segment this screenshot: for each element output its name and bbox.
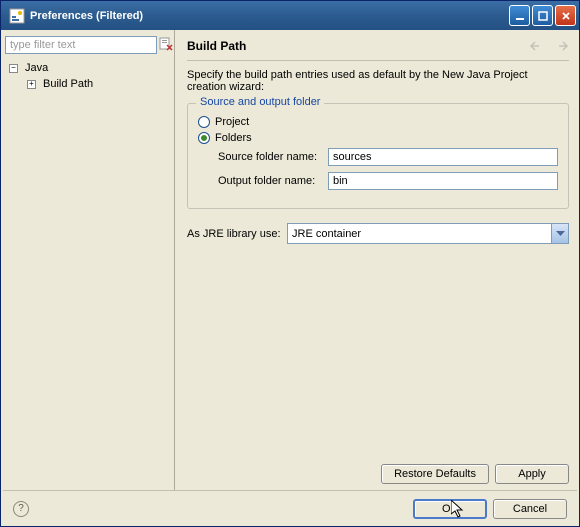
- tree-item-java[interactable]: − Java: [9, 60, 170, 76]
- radio-icon: [198, 116, 210, 128]
- source-output-group: Source and output folder Project Folders…: [187, 103, 569, 209]
- radio-folders[interactable]: Folders: [198, 132, 558, 144]
- source-folder-input[interactable]: [328, 148, 558, 166]
- window-title: Preferences (Filtered): [30, 10, 509, 22]
- close-button[interactable]: [555, 5, 576, 26]
- sidebar: − Java + Build Path: [1, 30, 175, 490]
- cancel-button[interactable]: Cancel: [493, 499, 567, 519]
- app-icon: [9, 8, 25, 24]
- radio-label: Folders: [215, 132, 252, 144]
- restore-defaults-button[interactable]: Restore Defaults: [381, 464, 489, 484]
- page-description: Specify the build path entries used as d…: [187, 69, 569, 93]
- back-icon[interactable]: [529, 38, 545, 54]
- radio-project[interactable]: Project: [198, 116, 558, 128]
- radio-label: Project: [215, 116, 249, 128]
- footer: ? OK Cancel: [3, 490, 577, 526]
- output-folder-label: Output folder name:: [218, 175, 328, 187]
- apply-button[interactable]: Apply: [495, 464, 569, 484]
- group-title: Source and output folder: [196, 96, 324, 108]
- jre-combo[interactable]: JRE container: [287, 223, 569, 244]
- ok-button[interactable]: OK: [413, 499, 487, 519]
- combo-value: JRE container: [292, 228, 551, 240]
- maximize-button[interactable]: [532, 5, 553, 26]
- collapse-icon[interactable]: −: [9, 64, 18, 73]
- clear-filter-icon[interactable]: [159, 36, 173, 52]
- chevron-down-icon: [551, 224, 568, 243]
- help-icon[interactable]: ?: [13, 501, 29, 517]
- filter-input[interactable]: [5, 36, 157, 54]
- preference-tree: − Java + Build Path: [5, 60, 170, 92]
- forward-icon[interactable]: [553, 38, 569, 54]
- titlebar[interactable]: Preferences (Filtered): [1, 1, 579, 30]
- output-folder-input[interactable]: [328, 172, 558, 190]
- source-folder-label: Source folder name:: [218, 151, 328, 163]
- page-title: Build Path: [187, 39, 529, 53]
- radio-icon: [198, 132, 210, 144]
- expand-icon[interactable]: +: [27, 80, 36, 89]
- jre-label: As JRE library use:: [187, 228, 287, 240]
- content-pane: Build Path Specify the build path entrie…: [175, 30, 579, 490]
- tree-item-build-path[interactable]: + Build Path: [27, 76, 170, 92]
- minimize-button[interactable]: [509, 5, 530, 26]
